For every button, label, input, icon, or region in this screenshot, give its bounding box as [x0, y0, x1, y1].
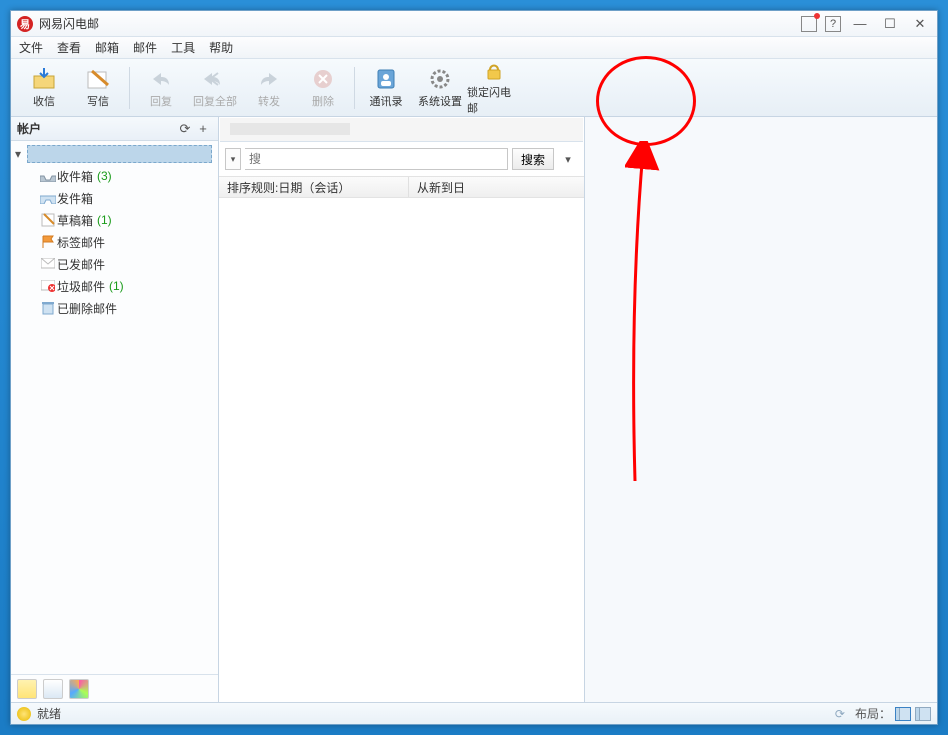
gear-icon [427, 67, 453, 91]
window-title: 网易闪电邮 [39, 15, 801, 32]
search-button[interactable]: 搜索 [512, 148, 554, 170]
layout-horizontal-button[interactable] [895, 707, 911, 721]
toolbar-separator [129, 67, 130, 109]
delete-button[interactable]: 删除 [296, 61, 350, 115]
notification-button[interactable] [801, 16, 817, 32]
compose-label: 写信 [87, 93, 109, 109]
sent-icon [39, 256, 57, 272]
toolbar: 收信 写信 回复 回复全部 转发 删除 通讯录 系统设置 [11, 59, 937, 117]
folder-drafts[interactable]: 草稿箱 (1) [11, 209, 218, 231]
search-expand-button[interactable]: ▾ [558, 153, 578, 166]
sort-order[interactable]: 从新到日 [409, 177, 584, 197]
folder-spam[interactable]: 垃圾邮件 (1) [11, 275, 218, 297]
delete-label: 删除 [312, 93, 334, 109]
folder-count: (3) [97, 169, 112, 183]
layout-vertical-button[interactable] [915, 707, 931, 721]
reply-button[interactable]: 回复 [134, 61, 188, 115]
folder-count: (1) [109, 279, 124, 293]
search-scope-dropdown[interactable]: ▾ [225, 148, 241, 170]
outbox-icon [39, 190, 57, 206]
receive-button[interactable]: 收信 [17, 61, 71, 115]
help-button[interactable]: ? [825, 16, 841, 32]
compose-button[interactable]: 写信 [71, 61, 125, 115]
reply-icon [148, 67, 174, 91]
menu-tools[interactable]: 工具 [171, 39, 195, 56]
contacts-icon [373, 67, 399, 91]
bulb-icon [17, 707, 31, 721]
menu-bar: 文件 查看 邮箱 邮件 工具 帮助 [11, 37, 937, 59]
search-input[interactable] [245, 148, 508, 170]
folder-outbox[interactable]: 发件箱 [11, 187, 218, 209]
receive-icon [31, 67, 57, 91]
folder-label: 发件箱 [57, 190, 93, 207]
layout-label: 布局： [855, 705, 891, 722]
compose-icon [85, 67, 111, 91]
menu-view[interactable]: 查看 [57, 39, 81, 56]
menu-mail[interactable]: 邮件 [133, 39, 157, 56]
folder-trash[interactable]: 已删除邮件 [11, 297, 218, 319]
mini-calendar-icon[interactable] [43, 679, 63, 699]
account-name-redacted [27, 145, 212, 163]
folder-count: (1) [97, 213, 112, 227]
folder-label: 标签邮件 [57, 234, 105, 251]
sort-rule[interactable]: 排序规则:日期（会话） [219, 177, 409, 197]
refresh-accounts-button[interactable]: ⟳ [176, 121, 194, 137]
list-header-redacted [220, 118, 583, 142]
sync-icon[interactable]: ⟳ [835, 707, 845, 721]
reply-all-button[interactable]: 回复全部 [188, 61, 242, 115]
reply-all-label: 回复全部 [193, 93, 237, 109]
lock-button[interactable]: 锁定闪电邮 [467, 61, 521, 115]
inbox-icon [39, 168, 57, 184]
add-account-button[interactable]: + [194, 121, 212, 136]
forward-label: 转发 [258, 93, 280, 109]
delete-icon [310, 67, 336, 91]
menu-file[interactable]: 文件 [19, 39, 43, 56]
forward-button[interactable]: 转发 [242, 61, 296, 115]
drafts-icon [39, 212, 57, 228]
folder-label: 垃圾邮件 [57, 278, 105, 295]
maximize-button[interactable]: ☐ [879, 16, 901, 32]
chevron-down-icon: ▾ [15, 147, 27, 161]
mini-mail-icon[interactable] [17, 679, 37, 699]
accounts-header: 帐户 [17, 120, 176, 137]
forward-icon [256, 67, 282, 91]
lock-label: 锁定闪电邮 [467, 84, 521, 116]
spam-icon [39, 278, 57, 294]
menu-mailbox[interactable]: 邮箱 [95, 39, 119, 56]
reply-label: 回复 [150, 93, 172, 109]
settings-button[interactable]: 系统设置 [413, 61, 467, 115]
menu-help[interactable]: 帮助 [209, 39, 233, 56]
lock-icon [481, 60, 507, 82]
contacts-button[interactable]: 通讯录 [359, 61, 413, 115]
flag-icon [39, 234, 57, 250]
account-row[interactable]: ▾ [11, 143, 218, 165]
mail-list [219, 198, 584, 702]
folder-sent[interactable]: 已发邮件 [11, 253, 218, 275]
app-icon: 易 [17, 16, 33, 32]
folder-tagged[interactable]: 标签邮件 [11, 231, 218, 253]
folder-label: 收件箱 [57, 168, 93, 185]
settings-label: 系统设置 [418, 93, 462, 109]
trash-icon [39, 300, 57, 316]
folder-label: 已删除邮件 [57, 300, 117, 317]
folder-label: 草稿箱 [57, 212, 93, 229]
receive-label: 收信 [33, 93, 55, 109]
contacts-label: 通讯录 [370, 93, 403, 109]
folder-inbox[interactable]: 收件箱 (3) [11, 165, 218, 187]
reply-all-icon [202, 67, 228, 91]
close-button[interactable]: ✕ [909, 16, 931, 32]
minimize-button[interactable]: — [849, 16, 871, 31]
sort-header[interactable]: 排序规则:日期（会话） 从新到日 [219, 176, 584, 198]
status-text: 就绪 [37, 705, 61, 722]
folder-label: 已发邮件 [57, 256, 105, 273]
preview-pane [585, 117, 937, 702]
mini-apps-icon[interactable] [69, 679, 89, 699]
toolbar-separator [354, 67, 355, 109]
